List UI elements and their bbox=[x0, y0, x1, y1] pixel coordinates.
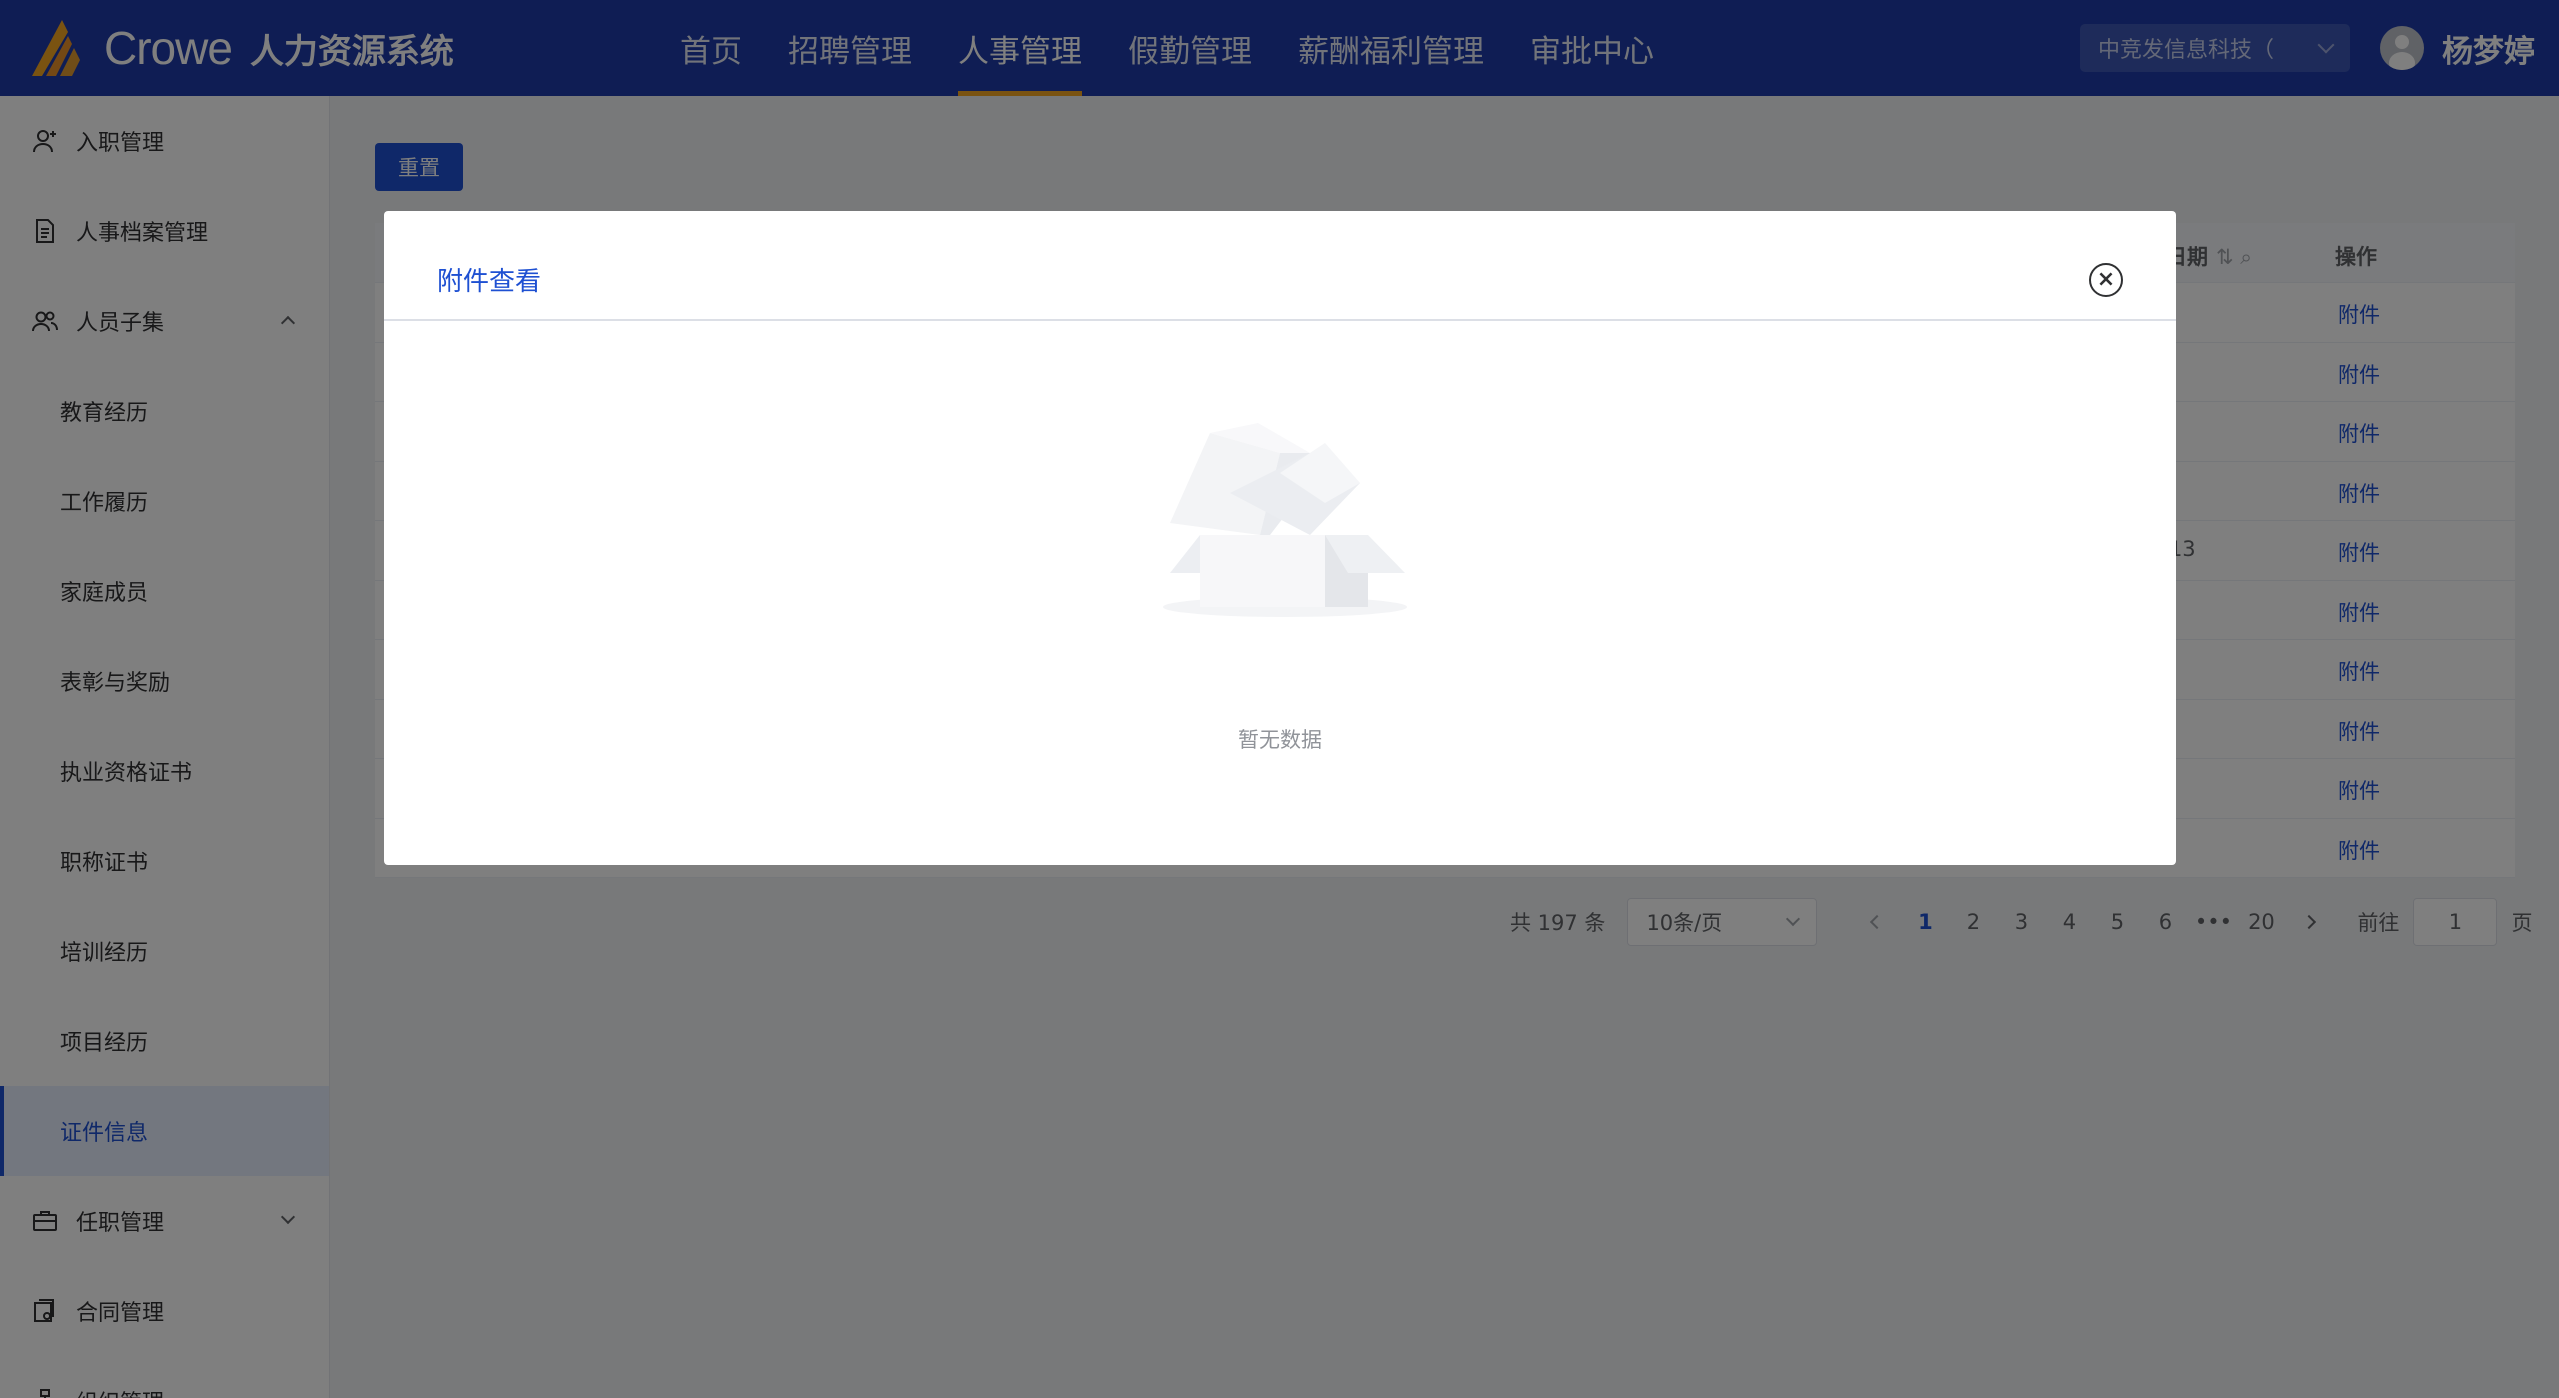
dialog-header: 附件查看 × bbox=[384, 211, 2176, 321]
dialog-title: 附件查看 bbox=[437, 267, 542, 297]
empty-box-icon bbox=[1163, 423, 1407, 617]
attachment-dialog: 附件查看 × 暂无数据 bbox=[384, 211, 2176, 865]
close-icon[interactable]: × bbox=[2089, 263, 2123, 297]
empty-state-text: 暂无数据 bbox=[1238, 728, 1322, 752]
